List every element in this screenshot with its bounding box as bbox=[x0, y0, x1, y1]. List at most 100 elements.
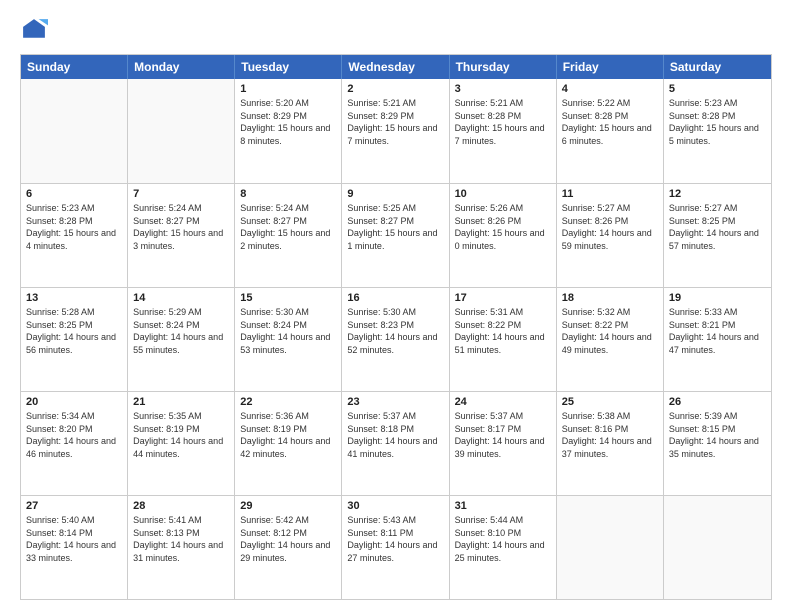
calendar-week: 27 Sunrise: 5:40 AM Sunset: 8:14 PM Dayli… bbox=[21, 495, 771, 599]
calendar-week: 20 Sunrise: 5:34 AM Sunset: 8:20 PM Dayli… bbox=[21, 391, 771, 495]
calendar-cell: 15 Sunrise: 5:30 AM Sunset: 8:24 PM Dayli… bbox=[235, 288, 342, 391]
logo bbox=[20, 16, 52, 44]
cell-info: Sunrise: 5:37 AM Sunset: 8:17 PM Dayligh… bbox=[455, 410, 551, 460]
day-number: 25 bbox=[562, 396, 658, 408]
cell-info: Sunrise: 5:34 AM Sunset: 8:20 PM Dayligh… bbox=[26, 410, 122, 460]
day-number: 14 bbox=[133, 292, 229, 304]
day-number: 1 bbox=[240, 83, 336, 95]
cell-info: Sunrise: 5:30 AM Sunset: 8:24 PM Dayligh… bbox=[240, 306, 336, 356]
calendar-cell: 7 Sunrise: 5:24 AM Sunset: 8:27 PM Daylig… bbox=[128, 184, 235, 287]
day-number: 16 bbox=[347, 292, 443, 304]
calendar-cell: 29 Sunrise: 5:42 AM Sunset: 8:12 PM Dayli… bbox=[235, 496, 342, 599]
cell-info: Sunrise: 5:27 AM Sunset: 8:25 PM Dayligh… bbox=[669, 202, 766, 252]
cell-info: Sunrise: 5:22 AM Sunset: 8:28 PM Dayligh… bbox=[562, 97, 658, 147]
cell-info: Sunrise: 5:33 AM Sunset: 8:21 PM Dayligh… bbox=[669, 306, 766, 356]
calendar-cell: 6 Sunrise: 5:23 AM Sunset: 8:28 PM Daylig… bbox=[21, 184, 128, 287]
day-number: 6 bbox=[26, 188, 122, 200]
calendar-cell: 31 Sunrise: 5:44 AM Sunset: 8:10 PM Dayli… bbox=[450, 496, 557, 599]
cell-info: Sunrise: 5:40 AM Sunset: 8:14 PM Dayligh… bbox=[26, 514, 122, 564]
calendar-weekday-header: Thursday bbox=[450, 55, 557, 79]
calendar-cell: 19Sunrise: 5:33 AM Sunset: 8:21 PM Dayli… bbox=[664, 288, 771, 391]
logo-icon bbox=[20, 16, 48, 44]
calendar-weekday-header: Friday bbox=[557, 55, 664, 79]
cell-info: Sunrise: 5:44 AM Sunset: 8:10 PM Dayligh… bbox=[455, 514, 551, 564]
cell-info: Sunrise: 5:23 AM Sunset: 8:28 PM Dayligh… bbox=[669, 97, 766, 147]
calendar-weekday-header: Monday bbox=[128, 55, 235, 79]
calendar-week: 6 Sunrise: 5:23 AM Sunset: 8:28 PM Daylig… bbox=[21, 183, 771, 287]
calendar-cell: 21 Sunrise: 5:35 AM Sunset: 8:19 PM Dayli… bbox=[128, 392, 235, 495]
calendar-cell: 22 Sunrise: 5:36 AM Sunset: 8:19 PM Dayli… bbox=[235, 392, 342, 495]
calendar-cell: 13 Sunrise: 5:28 AM Sunset: 8:25 PM Dayli… bbox=[21, 288, 128, 391]
day-number: 21 bbox=[133, 396, 229, 408]
day-number: 13 bbox=[26, 292, 122, 304]
calendar-cell: 14 Sunrise: 5:29 AM Sunset: 8:24 PM Dayli… bbox=[128, 288, 235, 391]
day-number: 15 bbox=[240, 292, 336, 304]
calendar-cell: 10 Sunrise: 5:26 AM Sunset: 8:26 PM Dayli… bbox=[450, 184, 557, 287]
calendar-cell: 20 Sunrise: 5:34 AM Sunset: 8:20 PM Dayli… bbox=[21, 392, 128, 495]
calendar-weekday-header: Saturday bbox=[664, 55, 771, 79]
cell-info: Sunrise: 5:35 AM Sunset: 8:19 PM Dayligh… bbox=[133, 410, 229, 460]
calendar-cell: 2 Sunrise: 5:21 AM Sunset: 8:29 PM Daylig… bbox=[342, 79, 449, 183]
cell-info: Sunrise: 5:30 AM Sunset: 8:23 PM Dayligh… bbox=[347, 306, 443, 356]
day-number: 30 bbox=[347, 500, 443, 512]
cell-info: Sunrise: 5:25 AM Sunset: 8:27 PM Dayligh… bbox=[347, 202, 443, 252]
calendar-cell: 8 Sunrise: 5:24 AM Sunset: 8:27 PM Daylig… bbox=[235, 184, 342, 287]
day-number: 31 bbox=[455, 500, 551, 512]
calendar-cell: 18 Sunrise: 5:32 AM Sunset: 8:22 PM Dayli… bbox=[557, 288, 664, 391]
day-number: 27 bbox=[26, 500, 122, 512]
day-number: 5 bbox=[669, 83, 766, 95]
cell-info: Sunrise: 5:21 AM Sunset: 8:29 PM Dayligh… bbox=[347, 97, 443, 147]
cell-info: Sunrise: 5:27 AM Sunset: 8:26 PM Dayligh… bbox=[562, 202, 658, 252]
day-number: 11 bbox=[562, 188, 658, 200]
calendar-cell bbox=[664, 496, 771, 599]
calendar-weekday-header: Tuesday bbox=[235, 55, 342, 79]
day-number: 23 bbox=[347, 396, 443, 408]
cell-info: Sunrise: 5:36 AM Sunset: 8:19 PM Dayligh… bbox=[240, 410, 336, 460]
day-number: 8 bbox=[240, 188, 336, 200]
calendar-week: 1 Sunrise: 5:20 AM Sunset: 8:29 PM Daylig… bbox=[21, 79, 771, 183]
cell-info: Sunrise: 5:37 AM Sunset: 8:18 PM Dayligh… bbox=[347, 410, 443, 460]
header bbox=[20, 16, 772, 44]
day-number: 29 bbox=[240, 500, 336, 512]
calendar-cell: 30 Sunrise: 5:43 AM Sunset: 8:11 PM Dayli… bbox=[342, 496, 449, 599]
day-number: 18 bbox=[562, 292, 658, 304]
calendar-week: 13 Sunrise: 5:28 AM Sunset: 8:25 PM Dayli… bbox=[21, 287, 771, 391]
cell-info: Sunrise: 5:28 AM Sunset: 8:25 PM Dayligh… bbox=[26, 306, 122, 356]
cell-info: Sunrise: 5:43 AM Sunset: 8:11 PM Dayligh… bbox=[347, 514, 443, 564]
cell-info: Sunrise: 5:31 AM Sunset: 8:22 PM Dayligh… bbox=[455, 306, 551, 356]
calendar-cell: 17 Sunrise: 5:31 AM Sunset: 8:22 PM Dayli… bbox=[450, 288, 557, 391]
cell-info: Sunrise: 5:24 AM Sunset: 8:27 PM Dayligh… bbox=[240, 202, 336, 252]
calendar-body: 1 Sunrise: 5:20 AM Sunset: 8:29 PM Daylig… bbox=[21, 79, 771, 599]
cell-info: Sunrise: 5:26 AM Sunset: 8:26 PM Dayligh… bbox=[455, 202, 551, 252]
calendar-cell: 5 Sunrise: 5:23 AM Sunset: 8:28 PM Daylig… bbox=[664, 79, 771, 183]
calendar-cell: 24Sunrise: 5:37 AM Sunset: 8:17 PM Dayli… bbox=[450, 392, 557, 495]
day-number: 26 bbox=[669, 396, 766, 408]
cell-info: Sunrise: 5:23 AM Sunset: 8:28 PM Dayligh… bbox=[26, 202, 122, 252]
day-number: 20 bbox=[26, 396, 122, 408]
calendar-cell: 3Sunrise: 5:21 AM Sunset: 8:28 PM Daylig… bbox=[450, 79, 557, 183]
calendar-weekday-header: Wednesday bbox=[342, 55, 449, 79]
calendar-cell: 25 Sunrise: 5:38 AM Sunset: 8:16 PM Dayli… bbox=[557, 392, 664, 495]
day-number: 10 bbox=[455, 188, 551, 200]
calendar-cell: 12Sunrise: 5:27 AM Sunset: 8:25 PM Dayli… bbox=[664, 184, 771, 287]
calendar-cell: 4 Sunrise: 5:22 AM Sunset: 8:28 PM Daylig… bbox=[557, 79, 664, 183]
cell-info: Sunrise: 5:20 AM Sunset: 8:29 PM Dayligh… bbox=[240, 97, 336, 147]
cell-info: Sunrise: 5:42 AM Sunset: 8:12 PM Dayligh… bbox=[240, 514, 336, 564]
calendar-cell: 16 Sunrise: 5:30 AM Sunset: 8:23 PM Dayli… bbox=[342, 288, 449, 391]
cell-info: Sunrise: 5:24 AM Sunset: 8:27 PM Dayligh… bbox=[133, 202, 229, 252]
day-number: 2 bbox=[347, 83, 443, 95]
cell-info: Sunrise: 5:29 AM Sunset: 8:24 PM Dayligh… bbox=[133, 306, 229, 356]
calendar-weekday-header: Sunday bbox=[21, 55, 128, 79]
calendar-cell: 26 Sunrise: 5:39 AM Sunset: 8:15 PM Dayli… bbox=[664, 392, 771, 495]
cell-info: Sunrise: 5:38 AM Sunset: 8:16 PM Dayligh… bbox=[562, 410, 658, 460]
day-number: 4 bbox=[562, 83, 658, 95]
page: SundayMondayTuesdayWednesdayThursdayFrid… bbox=[0, 0, 792, 612]
day-number: 28 bbox=[133, 500, 229, 512]
cell-info: Sunrise: 5:32 AM Sunset: 8:22 PM Dayligh… bbox=[562, 306, 658, 356]
day-number: 22 bbox=[240, 396, 336, 408]
cell-info: Sunrise: 5:39 AM Sunset: 8:15 PM Dayligh… bbox=[669, 410, 766, 460]
calendar-cell: 1 Sunrise: 5:20 AM Sunset: 8:29 PM Daylig… bbox=[235, 79, 342, 183]
day-number: 7 bbox=[133, 188, 229, 200]
calendar-cell: 28Sunrise: 5:41 AM Sunset: 8:13 PM Dayli… bbox=[128, 496, 235, 599]
day-number: 17 bbox=[455, 292, 551, 304]
